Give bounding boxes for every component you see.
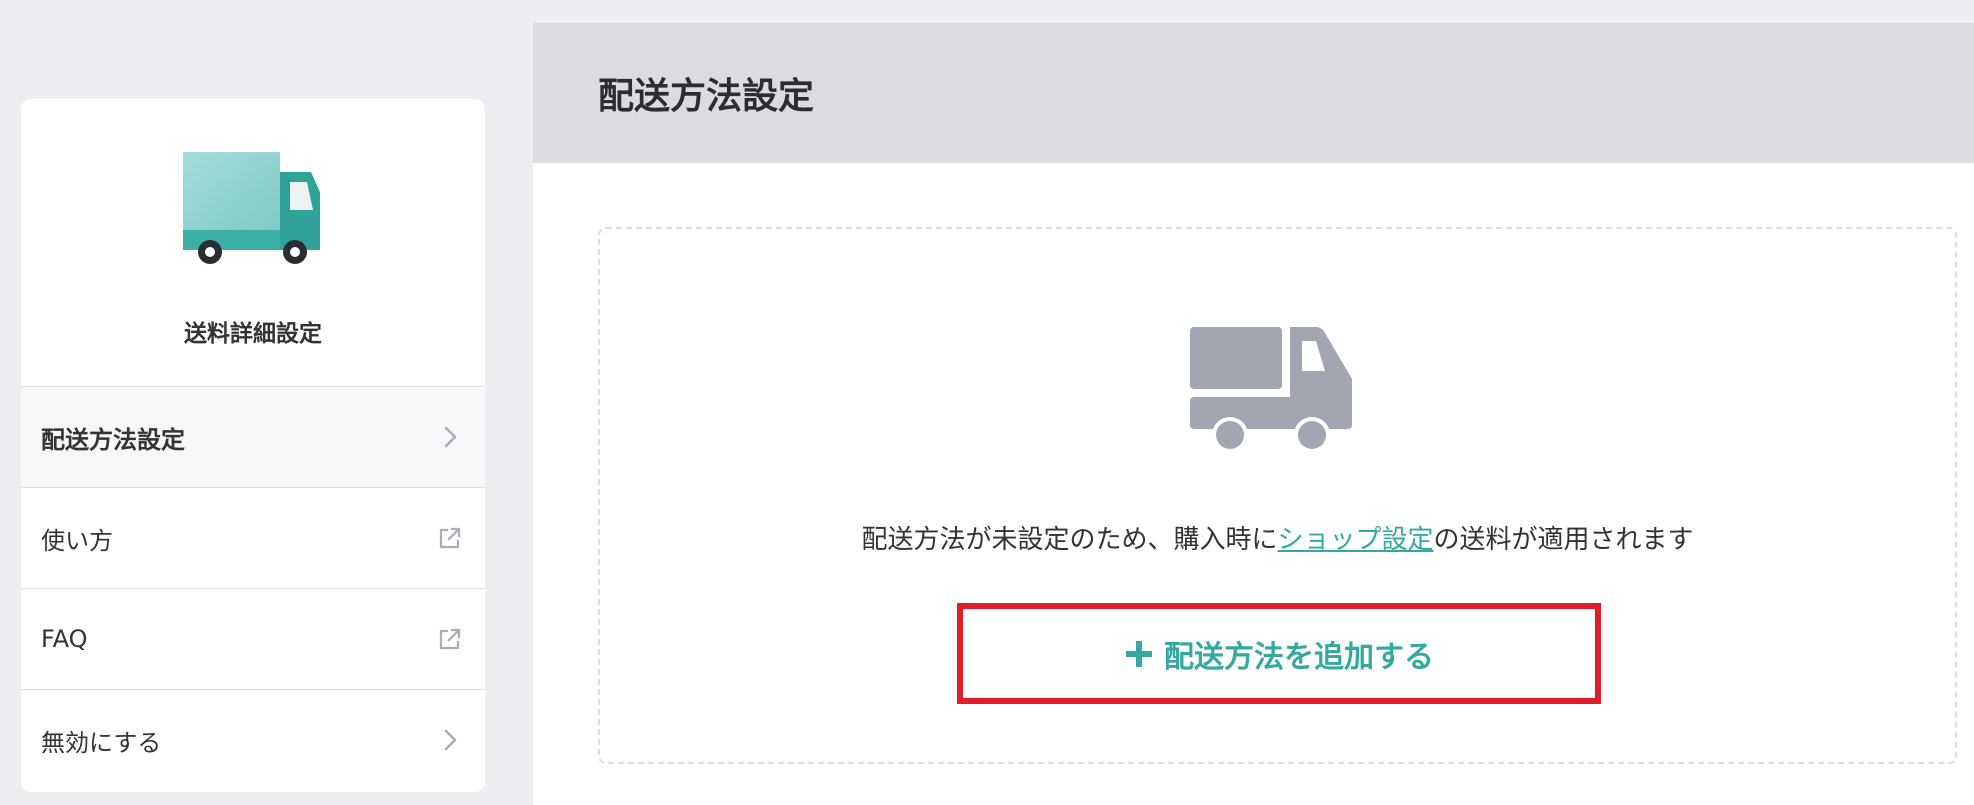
chevron-right-icon [444,426,457,448]
sidebar-item-how-to-use[interactable]: 使い方 [21,487,485,588]
sidebar-item-faq[interactable]: FAQ [21,588,485,689]
sidebar-item-shipping-method[interactable]: 配送方法設定 [21,386,485,487]
truck-icon [183,152,320,264]
external-link-icon [439,628,461,650]
empty-message: 配送方法が未設定のため、購入時にショップ設定の送料が適用されます [600,519,1955,556]
main-panel: 配送方法設定 配送方法が未設定のため、購入時にショップ設定の送料が適用されます … [533,23,1974,805]
add-shipping-method-button[interactable]: 配送方法を追加する [957,603,1601,704]
sidebar-title: 送料詳細設定 [184,321,322,347]
sidebar-item-disable[interactable]: 無効にする [21,689,485,790]
shop-settings-link[interactable]: ショップ設定 [1277,525,1433,555]
plus-icon [1126,640,1152,667]
page-header: 配送方法設定 [533,23,1974,163]
add-button-label: 配送方法を追加する [1164,639,1434,675]
sidebar-item-label: 使い方 [41,526,113,555]
page-title: 配送方法設定 [598,76,815,117]
sidebar: 送料詳細設定 配送方法設定 使い方 FAQ 無効にする [21,99,485,792]
truck-icon [1190,327,1352,451]
sidebar-header: 送料詳細設定 [21,99,485,386]
sidebar-item-label: 無効にする [41,728,162,757]
chevron-right-icon [444,729,457,751]
sidebar-item-label: 配送方法設定 [41,425,185,454]
empty-message-after: の送料が適用されます [1433,525,1694,555]
empty-state: 配送方法が未設定のため、購入時にショップ設定の送料が適用されます 配送方法を追加… [598,227,1957,764]
empty-message-before: 配送方法が未設定のため、購入時に [861,525,1278,555]
add-button-content: 配送方法を追加する [1124,632,1434,676]
external-link-icon [439,527,461,549]
sidebar-item-label: FAQ [41,625,88,653]
